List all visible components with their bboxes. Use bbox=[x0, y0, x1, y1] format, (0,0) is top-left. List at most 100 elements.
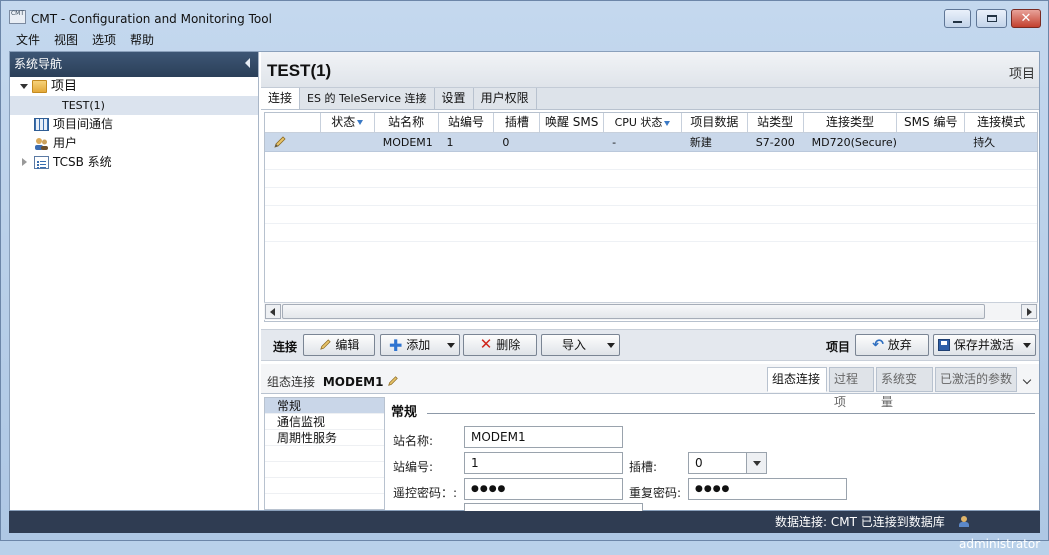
col-header-connection-type[interactable]: 连接类型 bbox=[804, 113, 898, 133]
scrollbar-thumb[interactable] bbox=[282, 304, 985, 319]
col-header-station-type[interactable]: 站类型 bbox=[748, 113, 804, 133]
subnav-item-periodic-services[interactable]: 周期性服务 bbox=[265, 430, 384, 446]
repeat-password-field[interactable]: ●●●● bbox=[688, 478, 847, 500]
add-dropdown-icon[interactable] bbox=[447, 343, 455, 348]
discard-button[interactable]: ↶ 放弃 bbox=[855, 334, 929, 356]
col-header-station-name[interactable]: 站名称 bbox=[375, 113, 439, 133]
system-navigation-panel: 系统导航 项目 TEST(1) 项目间通信 用户 TCSB 系统 bbox=[10, 52, 259, 510]
menu-file[interactable]: 文件 bbox=[9, 30, 47, 50]
filter-icon[interactable] bbox=[664, 120, 671, 126]
delete-button-label: 删除 bbox=[496, 338, 521, 352]
cell-cpu-status: - bbox=[612, 136, 617, 149]
import-button[interactable]: 导入 bbox=[541, 334, 620, 356]
tab-es-teleservice[interactable]: ES 的 TeleService 连接 bbox=[300, 88, 435, 109]
menu-view[interactable]: 视图 bbox=[47, 30, 85, 50]
delete-button[interactable]: ✕ 删除 bbox=[463, 334, 537, 356]
station-no-field[interactable]: 1 bbox=[464, 452, 623, 474]
table-header: 状态 站名称 站编号 插槽 唤醒 SMS CPU 状态 项目数据 站类型 连接类… bbox=[265, 113, 1037, 133]
undo-icon: ↶ bbox=[872, 337, 884, 353]
col-label-cpu-status: CPU 状态 bbox=[614, 116, 663, 129]
chevron-down-icon bbox=[753, 461, 761, 466]
station-name-field[interactable]: MODEM1 bbox=[464, 426, 623, 448]
cell-sms-no bbox=[897, 133, 965, 152]
tab-configure-connection[interactable]: 组态连接 bbox=[767, 367, 827, 392]
collapse-panel-icon[interactable] bbox=[245, 58, 250, 68]
import-dropdown-icon[interactable] bbox=[607, 343, 615, 348]
menu-options[interactable]: 选项 bbox=[85, 30, 123, 50]
page-title: TEST(1) bbox=[267, 61, 332, 80]
form-section-title: 常规 bbox=[391, 405, 418, 420]
navigation-header: 系统导航 bbox=[10, 52, 258, 77]
empty-table-row bbox=[265, 206, 1037, 224]
col-header-wakeup-sms[interactable]: 唤醒 SMS bbox=[540, 113, 605, 133]
tab-settings[interactable]: 设置 bbox=[434, 88, 474, 109]
tab-activated-parameters[interactable]: 已激活的参数 bbox=[935, 367, 1017, 392]
col-header-sms-no[interactable]: SMS 编号 bbox=[897, 113, 966, 133]
horizontal-scrollbar[interactable] bbox=[264, 302, 1038, 320]
db-connection-status: 数据连接: CMT 已连接到数据库 bbox=[775, 515, 945, 529]
application-window: CMT CMT - Configuration and Monitoring T… bbox=[0, 0, 1049, 551]
tree-label-project: 项目 bbox=[51, 79, 78, 94]
slot-select[interactable]: 0 bbox=[688, 452, 767, 474]
cell-station-name: MODEM1 bbox=[382, 136, 433, 149]
maximize-button[interactable] bbox=[976, 9, 1007, 28]
scroll-right-button[interactable] bbox=[1021, 304, 1037, 319]
cell-station-no: 1 bbox=[446, 136, 454, 149]
main-panel: TEST(1) 项目 连接 ES 的 TeleService 连接 设置 用户权… bbox=[261, 52, 1039, 511]
save-dropdown-icon[interactable] bbox=[1023, 343, 1031, 348]
row-edit-cell[interactable] bbox=[265, 133, 321, 152]
col-header-cpu-status[interactable]: CPU 状态 bbox=[604, 113, 682, 133]
tree-item-test1[interactable]: TEST(1) bbox=[10, 96, 258, 115]
next-field-partial[interactable] bbox=[464, 503, 643, 511]
expanded-arrow-icon[interactable] bbox=[20, 84, 28, 89]
scroll-left-button[interactable] bbox=[265, 304, 281, 319]
add-button[interactable]: ✚ 添加 bbox=[380, 334, 460, 356]
menu-help[interactable]: 帮助 bbox=[123, 30, 161, 50]
remote-password-field[interactable]: ●●●● bbox=[464, 478, 623, 500]
save-activate-button[interactable]: 保存并激活 bbox=[933, 334, 1036, 356]
section-divider bbox=[427, 413, 1035, 414]
scroll-left-icon bbox=[270, 308, 275, 316]
tab-connections[interactable]: 连接 bbox=[261, 88, 301, 109]
pencil-icon[interactable] bbox=[387, 375, 399, 387]
tree-item-project[interactable]: 项目 bbox=[10, 77, 258, 96]
minimize-button[interactable] bbox=[944, 9, 971, 28]
subnav-item-general[interactable]: 常规 bbox=[265, 398, 384, 414]
tree-item-users[interactable]: 用户 bbox=[10, 134, 258, 153]
toolbar-project-label: 项目 bbox=[826, 340, 851, 354]
tab-process-items[interactable]: 过程项 bbox=[829, 367, 874, 409]
slot-dropdown-button[interactable] bbox=[746, 453, 766, 473]
col-header-station-no[interactable]: 站编号 bbox=[439, 113, 495, 133]
edit-button-label: 编辑 bbox=[335, 338, 360, 352]
empty-table-row bbox=[265, 188, 1037, 206]
tree-item-tcsb-system[interactable]: TCSB 系统 bbox=[10, 153, 258, 172]
tab-user-rights[interactable]: 用户权限 bbox=[473, 88, 537, 109]
close-button[interactable]: ✕ bbox=[1011, 9, 1041, 28]
subnav-empty-row bbox=[265, 462, 384, 478]
navigation-title: 系统导航 bbox=[14, 57, 63, 71]
station-name-label: 站名称: bbox=[393, 434, 434, 448]
col-header-edit[interactable] bbox=[265, 113, 321, 133]
detail-subnav: 常规 通信监视 周期性服务 bbox=[264, 397, 385, 510]
save-icon bbox=[938, 339, 950, 351]
subnav-item-comm-monitoring[interactable]: 通信监视 bbox=[265, 414, 384, 430]
tab-system-variables[interactable]: 系统变量 bbox=[876, 367, 933, 409]
tree-label-inter-project-comm: 项目间通信 bbox=[53, 117, 114, 131]
scroll-right-icon bbox=[1027, 308, 1032, 316]
collapsed-arrow-icon[interactable] bbox=[22, 158, 27, 166]
chevron-down-icon[interactable] bbox=[1022, 375, 1032, 385]
col-header-slot[interactable]: 插槽 bbox=[494, 113, 541, 133]
header-context-label: 项目 bbox=[1008, 67, 1035, 82]
minimize-icon bbox=[953, 20, 962, 23]
col-header-status[interactable]: 状态 bbox=[321, 113, 375, 133]
title-bar[interactable]: CMT CMT - Configuration and Monitoring T… bbox=[1, 1, 1048, 30]
edit-button[interactable]: 编辑 bbox=[303, 334, 375, 356]
cell-connection-type: MD720(Secure) bbox=[811, 136, 897, 149]
table-row[interactable]: MODEM1 1 0 - 新建 S7-200 MD720(Secure) 持久 bbox=[265, 133, 1037, 152]
col-header-project-data[interactable]: 项目数据 bbox=[682, 113, 748, 133]
col-header-connection-mode[interactable]: 连接模式 bbox=[965, 113, 1037, 133]
tree-item-inter-project-comm[interactable]: 项目间通信 bbox=[10, 115, 258, 134]
tree-label-users: 用户 bbox=[53, 136, 78, 150]
filter-icon[interactable] bbox=[357, 120, 364, 125]
window-title: CMT - Configuration and Monitoring Tool bbox=[31, 12, 272, 26]
